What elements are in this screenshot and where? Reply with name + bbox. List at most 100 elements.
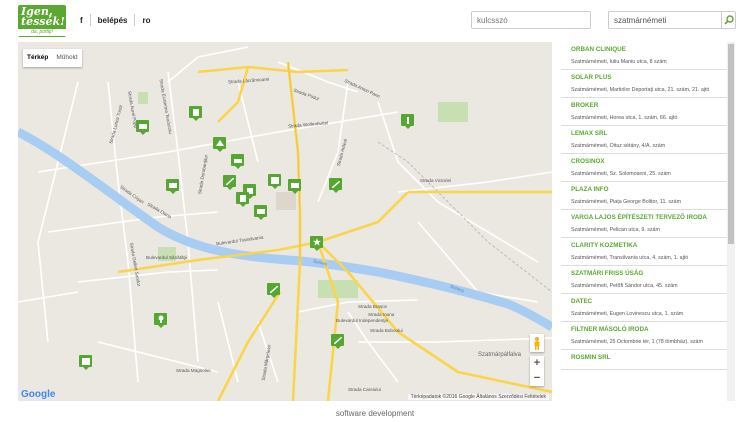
result-item[interactable]: FILTNER MÁSOLÓ IRODA Szatmárnémeti, 25 Oc… xyxy=(561,322,727,350)
nav-divider xyxy=(89,14,91,26)
poi-marker[interactable] xyxy=(331,334,344,349)
result-name[interactable]: LEMAX SRL xyxy=(571,129,727,138)
search-button[interactable] xyxy=(721,11,736,29)
street-label: Strada Ioana xyxy=(368,312,395,317)
marker-icon xyxy=(168,182,177,188)
poi-marker[interactable] xyxy=(236,192,249,207)
result-name[interactable]: DATEC xyxy=(571,297,727,306)
result-address: Szatmárnémeti, Piața George Bolitor, 11.… xyxy=(571,199,682,205)
result-item[interactable]: VARGA LAJOS ÉPÍTÉSZETI TERVEZŐ IRODA Szat… xyxy=(561,210,727,238)
footer-text[interactable]: software development xyxy=(0,409,750,418)
marker-icon xyxy=(290,182,299,188)
street-label: Strada Boboului xyxy=(370,328,403,333)
result-item[interactable]: CLARITY KOZMETIKA Szatmárnémeti, Transilv… xyxy=(561,238,727,266)
login-link[interactable]: belépés xyxy=(98,16,128,25)
poi-marker[interactable] xyxy=(223,175,236,190)
nav-divider xyxy=(134,14,136,26)
poi-marker[interactable] xyxy=(268,174,281,189)
language-link[interactable]: ro xyxy=(142,16,150,25)
results-scrollbar[interactable] xyxy=(727,42,735,401)
map-credit[interactable]: Térképadatok ©2016 Google Általános Szer… xyxy=(407,394,549,400)
poi-marker[interactable] xyxy=(79,355,92,370)
poi-marker[interactable] xyxy=(267,283,280,298)
result-name[interactable]: SOLAR PLUS xyxy=(571,73,727,82)
result-name[interactable]: VARGA LAJOS ÉPÍTÉSZETI TERVEZŐ IRODA xyxy=(571,213,727,222)
marker-icon xyxy=(333,336,342,344)
marker-icon xyxy=(81,357,90,365)
result-item[interactable]: ROSMIN SRL xyxy=(561,350,727,370)
top-nav: f belépés ro xyxy=(80,14,150,26)
street-label: Strada Brașov xyxy=(358,304,388,309)
result-name[interactable]: CLARITY KOZMETIKA xyxy=(571,241,727,250)
facebook-link[interactable]: f xyxy=(80,16,83,25)
street-label: Strada Magnoliei xyxy=(176,368,211,373)
result-name[interactable]: SZATMÁRI FRISS ÚSÁG xyxy=(571,269,727,278)
result-item[interactable]: LEMAX SRL Szatmárnémeti, Oituz sétány, 4/… xyxy=(561,126,727,154)
result-item[interactable]: CROSINOX Szatmárnémeti, Sz. Solomoseni, 2… xyxy=(561,154,727,182)
poi-marker[interactable] xyxy=(231,154,244,169)
result-name[interactable]: PLAZA INFO xyxy=(571,185,727,194)
marker-icon xyxy=(215,139,224,146)
poi-marker[interactable] xyxy=(288,179,301,194)
map-type-control: Térkép Műhold xyxy=(23,49,82,67)
result-item[interactable]: BROKER Szatmárnémeti, Horea utca, 1. szám… xyxy=(561,98,727,126)
result-item[interactable]: SZATMÁRI FRISS ÚSÁG Szatmárnémeti, Petőfi… xyxy=(561,266,727,294)
map-type-satellite-button[interactable]: Műhold xyxy=(52,49,81,67)
google-logo-text: Google xyxy=(21,389,56,400)
street-view-pegman[interactable] xyxy=(530,334,544,352)
result-address: Szatmárnémeti, Iuliu Maniu utca, 8 szám xyxy=(571,59,667,65)
zoom-out-button[interactable]: − xyxy=(530,371,544,386)
result-address: Szatmárnémeti, Eugen Lovinescu utca, 1. … xyxy=(571,311,684,317)
google-logo: Google xyxy=(21,389,55,400)
marker-icon xyxy=(225,177,234,185)
site-header: Igen, tessék! da, poftiţi! f belépés ro xyxy=(0,0,750,42)
marker-icon xyxy=(406,116,409,124)
pegman-icon xyxy=(534,336,540,350)
result-name[interactable]: BROKER xyxy=(571,101,727,110)
logo[interactable]: Igen, tessék! da, poftiţi! xyxy=(18,5,66,37)
poi-marker[interactable] xyxy=(136,120,149,135)
result-item[interactable]: PLAZA INFO Szatmárnémeti, Piața George Bo… xyxy=(561,182,727,210)
poi-marker[interactable] xyxy=(254,205,267,220)
poi-marker-star[interactable] xyxy=(310,236,323,251)
result-name[interactable]: ROSMIN SRL xyxy=(571,353,727,362)
result-name[interactable]: FILTNER MÁSOLÓ IRODA xyxy=(571,325,727,334)
marker-icon xyxy=(331,180,340,188)
search-icon xyxy=(723,15,734,25)
result-name[interactable]: ORBAN CLINIQUE xyxy=(571,45,727,54)
zoom-control: + − xyxy=(530,356,544,386)
result-address: Szatmárnémeti, Transilvania utca, 4. szá… xyxy=(571,255,689,261)
poi-marker[interactable] xyxy=(401,114,414,129)
zoom-in-button[interactable]: + xyxy=(530,356,544,371)
result-address: Szatmárnémeti, Martirilor Deportați utca… xyxy=(571,87,710,93)
logo-tagline: da, poftiţi! xyxy=(18,29,66,36)
marker-icon xyxy=(233,158,242,163)
results-list: ORBAN CLINIQUE Szatmárnémeti, Iuliu Maniu… xyxy=(561,42,727,401)
result-item[interactable]: ORBAN CLINIQUE Szatmárnémeti, Iuliu Maniu… xyxy=(561,42,727,70)
marker-icon xyxy=(138,123,147,129)
street-label: Bulevardul Independenţei xyxy=(336,318,389,323)
result-address: Szatmárnémeti, Oituz sétány, 4/A. szám xyxy=(571,143,666,149)
result-address: Szatmárnémeti, 25 Octombrie tér, 1 (78 t… xyxy=(571,339,703,345)
poi-marker[interactable] xyxy=(166,179,179,194)
result-address: Szatmárnémeti, Pelican utca, 9. szám xyxy=(571,227,660,233)
scrollbar-thumb[interactable] xyxy=(728,44,734,244)
marker-icon xyxy=(270,176,279,184)
result-address: Szatmárnémeti, Sz. Solomoseni, 25. szám xyxy=(571,171,671,177)
street-label: Strada Careiului xyxy=(348,387,381,392)
map-type-map-button[interactable]: Térkép xyxy=(23,49,52,67)
result-item[interactable]: SOLAR PLUS Szatmárnémeti, Martirilor Depo… xyxy=(561,70,727,98)
marker-icon xyxy=(269,285,278,293)
poi-marker[interactable] xyxy=(329,178,342,193)
poi-marker[interactable] xyxy=(189,106,202,121)
poi-marker[interactable] xyxy=(213,137,226,152)
city-input[interactable] xyxy=(608,11,721,29)
marker-icon xyxy=(239,194,246,202)
keyword-input[interactable] xyxy=(471,11,591,29)
map[interactable]: Strada Lăcrămioarei Strada Podul Strada … xyxy=(18,42,552,401)
map-canvas xyxy=(18,46,552,401)
street-label: Bulevardul Sănătăţii xyxy=(146,255,187,260)
result-item[interactable]: DATEC Szatmárnémeti, Eugen Lovinescu utca… xyxy=(561,294,727,322)
result-name[interactable]: CROSINOX xyxy=(571,157,727,166)
poi-marker[interactable] xyxy=(154,313,167,328)
